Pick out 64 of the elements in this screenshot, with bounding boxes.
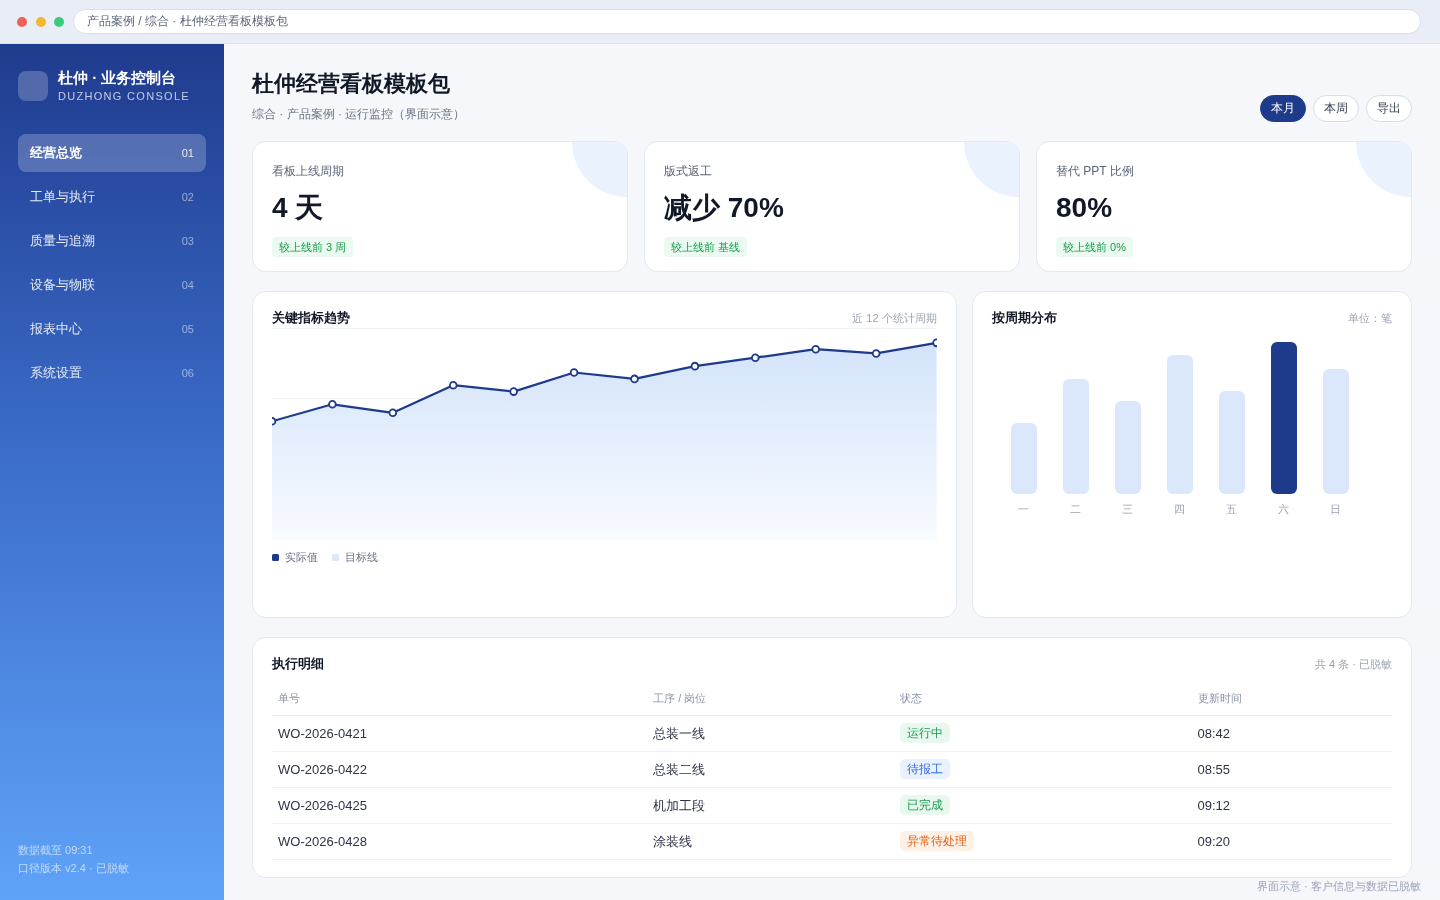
nav-item[interactable]: 经营总览 01 [18,134,206,172]
order-number: WO-2026-0422 [278,762,367,777]
kpi-value: 减少 70% [664,191,784,225]
period-tab[interactable]: 本月 [1260,95,1306,122]
status-badge: 运行中 [899,723,950,743]
page-subtitle: 综合 · 产品案例 · 运行监控（界面示意） [252,106,466,123]
table-summary: 共 4 条 · 已脱敏 [1315,657,1392,672]
kpi-label: 看板上线周期 [272,163,344,180]
bar-label: 六 [1278,502,1290,516]
process-name: 总装二线 [653,761,706,777]
kpi-label: 版式返工 [664,163,712,180]
nav-item[interactable]: 设备与物联 04 [18,266,206,304]
process-name: 机加工段 [653,797,706,813]
bar-label: 五 [1226,502,1238,516]
bar-label: 一 [1018,502,1030,516]
nav-item[interactable]: 工单与执行 02 [18,178,206,216]
column-header: 状态 [899,692,922,705]
kpi-label: 替代 PPT 比例 [1056,163,1134,180]
chart-title: 按周期分布 [991,309,1057,327]
zoom-window-icon[interactable] [54,16,64,27]
sidebar-footer-text: 口径版本 v2.4 · 已脱敏 [18,861,130,876]
chart-unit: 单位：笔 [1348,311,1392,326]
change-tag: 较上线前 基线 [664,237,748,257]
bar-label: 日 [1330,502,1342,516]
column-header: 更新时间 [1197,692,1242,705]
nav-item[interactable]: 报表中心 05 [18,310,206,348]
brand-title: 杜仲 · 业务控制台 [58,69,178,87]
kpi-value: 4 天 [272,191,324,225]
close-window-icon[interactable] [17,16,27,27]
order-number: WO-2026-0421 [278,726,367,741]
bar-label: 二 [1070,502,1082,516]
logo-tile-icon [18,71,48,101]
table-title: 执行明细 [272,655,324,673]
brand-subtitle: DUZHONG CONSOLE [58,89,190,103]
sidebar-footer-text: 数据截至 09:31 [18,843,94,858]
address-bar[interactable]: 产品案例 / 综合 · 杜仲经营看板模板包 [73,9,1421,34]
period-tab[interactable]: 本周 [1313,95,1359,122]
bar-label: 四 [1174,502,1186,516]
update-time: 08:42 [1197,726,1231,741]
legend-label: 实际值 [285,550,318,564]
column-header: 单号 [278,692,300,705]
update-time: 09:12 [1197,798,1231,813]
page-title: 杜仲经营看板模板包 [252,70,451,98]
status-badge: 已完成 [899,795,950,815]
legend-label: 目标线 [345,550,378,564]
status-badge: 异常待处理 [899,831,974,851]
chart-title: 关键指标趋势 [272,309,350,327]
nav-item[interactable]: 系统设置 06 [18,354,206,392]
process-name: 总装一线 [653,725,706,741]
process-name: 涂装线 [653,833,693,849]
update-time: 08:55 [1197,762,1231,777]
update-time: 09:20 [1197,834,1231,849]
change-tag: 较上线前 0% [1056,237,1133,257]
change-tag: 较上线前 3 周 [272,237,354,257]
nav-item[interactable]: 质量与追溯 03 [18,222,206,260]
order-number: WO-2026-0425 [278,798,367,813]
export-button[interactable]: 导出 [1366,95,1412,122]
chart-note: 近 12 个统计周期 [852,311,937,326]
column-header: 工序 / 岗位 [653,692,707,705]
order-number: WO-2026-0428 [278,834,367,849]
status-badge: 待报工 [899,759,950,779]
kpi-value: 80% [1056,191,1113,225]
minimize-window-icon[interactable] [35,16,46,27]
footnote: 界面示意 · 客户信息与数据已脱敏 [1257,878,1421,893]
